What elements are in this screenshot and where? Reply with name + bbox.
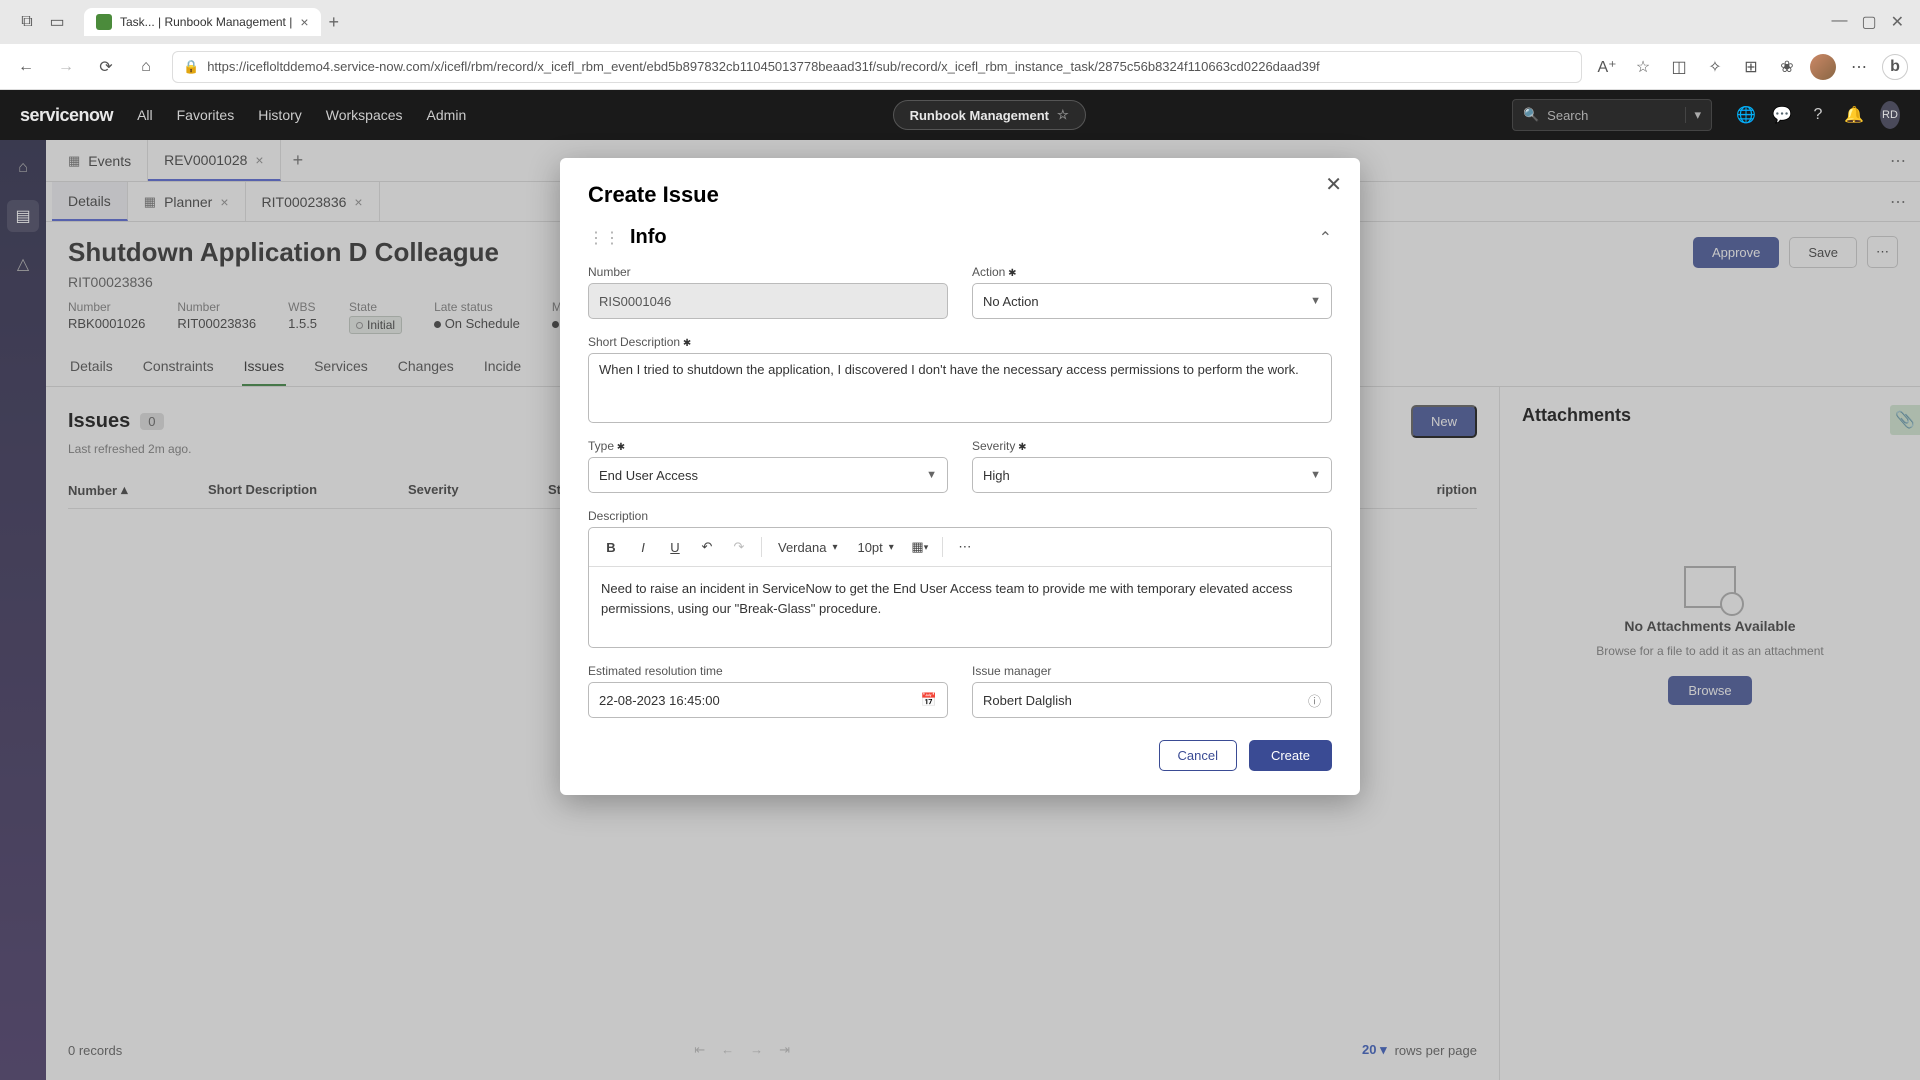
nav-all[interactable]: All xyxy=(137,107,153,123)
globe-icon[interactable]: 🌐 xyxy=(1736,105,1756,125)
modal-overlay: ✕ Create Issue ⋮⋮ Info ⌃ Number RIS00010… xyxy=(0,140,1920,1080)
severity-value: High xyxy=(983,468,1010,483)
servicenow-topnav: servicenow All Favorites History Workspa… xyxy=(0,90,1920,140)
tab-favicon xyxy=(96,14,112,30)
chevron-down-icon: ▼ xyxy=(926,469,937,481)
url-bar[interactable]: 🔒 https://icefloltddemo4.service-now.com… xyxy=(172,51,1582,83)
action-value: No Action xyxy=(983,294,1039,309)
severity-select[interactable]: High ▼ xyxy=(972,457,1332,493)
rich-text-editor: B I U ↶ ↷ Verdana ▾ 10pt ▾ ▦▾ ⋯ N xyxy=(588,527,1332,648)
nav-admin[interactable]: Admin xyxy=(427,107,467,123)
window-close-icon[interactable]: ✕ xyxy=(1891,12,1904,32)
global-search[interactable]: 🔍 Search ▾ xyxy=(1512,99,1712,131)
number-field: RIS0001046 xyxy=(588,283,948,319)
nav-workspaces[interactable]: Workspaces xyxy=(326,107,403,123)
create-button[interactable]: Create xyxy=(1249,740,1332,771)
action-select[interactable]: No Action ▼ xyxy=(972,283,1332,319)
collapse-icon[interactable]: ⌃ xyxy=(1319,228,1332,248)
tab-actions-icon[interactable]: ⧉ xyxy=(16,11,38,33)
help-icon[interactable]: ? xyxy=(1808,106,1828,124)
type-value: End User Access xyxy=(599,468,698,483)
tab-title: Task... | Runbook Management | xyxy=(120,15,292,29)
modal-section-title: Info xyxy=(630,226,667,249)
table-button[interactable]: ▦▾ xyxy=(906,534,934,560)
modal-actions: Cancel Create xyxy=(588,740,1332,771)
cancel-button[interactable]: Cancel xyxy=(1159,740,1237,771)
tab-overview-icon[interactable]: ▭ xyxy=(46,11,68,33)
favorite-icon[interactable]: ☆ xyxy=(1630,54,1656,80)
type-label: Type xyxy=(588,439,948,453)
context-pill[interactable]: Runbook Management ☆ xyxy=(893,100,1086,130)
type-select[interactable]: End User Access ▼ xyxy=(588,457,948,493)
chevron-down-icon: ▼ xyxy=(1310,295,1321,307)
italic-button[interactable]: I xyxy=(629,534,657,560)
tab-close-icon[interactable]: × xyxy=(300,14,308,30)
more-icon[interactable]: ⋯ xyxy=(1846,54,1872,80)
modal-title: Create Issue xyxy=(588,182,1332,208)
star-icon[interactable]: ☆ xyxy=(1057,107,1069,123)
bold-button[interactable]: B xyxy=(597,534,625,560)
undo-button[interactable]: ↶ xyxy=(693,534,721,560)
servicenow-logo[interactable]: servicenow xyxy=(20,105,113,126)
refresh-button[interactable]: ⟳ xyxy=(92,53,120,81)
resolution-time-label: Estimated resolution time xyxy=(588,664,948,678)
browser-toolbar: ← → ⟳ ⌂ 🔒 https://icefloltddemo4.service… xyxy=(0,44,1920,90)
redo-button[interactable]: ↷ xyxy=(725,534,753,560)
back-button[interactable]: ← xyxy=(12,53,40,81)
collections-icon[interactable]: ✧ xyxy=(1702,54,1728,80)
shopping-icon[interactable]: ❀ xyxy=(1774,54,1800,80)
short-desc-input[interactable] xyxy=(588,353,1332,423)
font-family-select[interactable]: Verdana ▾ xyxy=(770,534,845,560)
font-size-select[interactable]: 10pt ▾ xyxy=(849,534,901,560)
severity-label: Severity xyxy=(972,439,1332,453)
issue-manager-input[interactable]: Robert Dalglish ⓘ xyxy=(972,682,1332,718)
calendar-icon[interactable]: 📅 xyxy=(921,692,937,708)
drag-handle-icon[interactable]: ⋮⋮ xyxy=(588,228,620,248)
search-icon: 🔍 xyxy=(1523,107,1539,123)
lock-icon: 🔒 xyxy=(183,59,199,75)
number-label: Number xyxy=(588,265,948,279)
resolution-time-input[interactable]: 22-08-2023 16:45:00 📅 xyxy=(588,682,948,718)
description-label: Description xyxy=(588,509,1332,523)
number-value: RIS0001046 xyxy=(599,294,671,309)
forward-button: → xyxy=(52,53,80,81)
url-text: https://icefloltddemo4.service-now.com/x… xyxy=(207,59,1319,74)
rte-toolbar: B I U ↶ ↷ Verdana ▾ 10pt ▾ ▦▾ ⋯ xyxy=(589,528,1331,567)
global-nav: All Favorites History Workspaces Admin xyxy=(137,107,466,123)
resolution-time-value: 22-08-2023 16:45:00 xyxy=(599,693,720,708)
browser-tab-strip: ⧉ ▭ Task... | Runbook Management | × + —… xyxy=(0,0,1920,44)
chevron-down-icon: ▼ xyxy=(1310,469,1321,481)
profile-avatar[interactable] xyxy=(1810,54,1836,80)
description-input[interactable]: Need to raise an incident in ServiceNow … xyxy=(589,567,1331,647)
user-avatar[interactable]: RD xyxy=(1880,101,1900,129)
browser-tab-active[interactable]: Task... | Runbook Management | × xyxy=(84,8,321,36)
rte-more-icon[interactable]: ⋯ xyxy=(951,534,979,560)
issue-manager-label: Issue manager xyxy=(972,664,1332,678)
modal-close-icon[interactable]: ✕ xyxy=(1325,172,1342,197)
read-aloud-icon[interactable]: A⁺ xyxy=(1594,54,1620,80)
context-pill-label: Runbook Management xyxy=(910,108,1049,123)
nav-history[interactable]: History xyxy=(258,107,302,123)
extensions-icon[interactable]: ⊞ xyxy=(1738,54,1764,80)
workspace: ⌂ ▤ △ ▦ Events REV0001028 × + ⋯ Details … xyxy=(0,140,1920,1080)
create-issue-modal: ✕ Create Issue ⋮⋮ Info ⌃ Number RIS00010… xyxy=(560,158,1360,795)
window-minimize-icon[interactable]: — xyxy=(1831,12,1847,32)
notifications-icon[interactable]: 🔔 xyxy=(1844,105,1864,125)
info-icon[interactable]: ⓘ xyxy=(1308,691,1321,710)
split-screen-icon[interactable]: ◫ xyxy=(1666,54,1692,80)
bing-sidebar-icon[interactable]: b xyxy=(1882,54,1908,80)
issue-manager-value: Robert Dalglish xyxy=(983,693,1072,708)
window-maximize-icon[interactable]: ▢ xyxy=(1861,12,1876,32)
browser-chrome: ⧉ ▭ Task... | Runbook Management | × + —… xyxy=(0,0,1920,90)
underline-button[interactable]: U xyxy=(661,534,689,560)
nav-favorites[interactable]: Favorites xyxy=(177,107,235,123)
new-tab-button[interactable]: + xyxy=(329,12,340,33)
search-placeholder: Search xyxy=(1547,108,1588,123)
action-label: Action xyxy=(972,265,1332,279)
search-scope-dropdown[interactable]: ▾ xyxy=(1685,107,1701,123)
chat-icon[interactable]: 💬 xyxy=(1772,105,1792,125)
modal-section-header[interactable]: ⋮⋮ Info ⌃ xyxy=(588,226,1332,249)
home-button[interactable]: ⌂ xyxy=(132,53,160,81)
short-desc-label: Short Description xyxy=(588,335,1332,349)
